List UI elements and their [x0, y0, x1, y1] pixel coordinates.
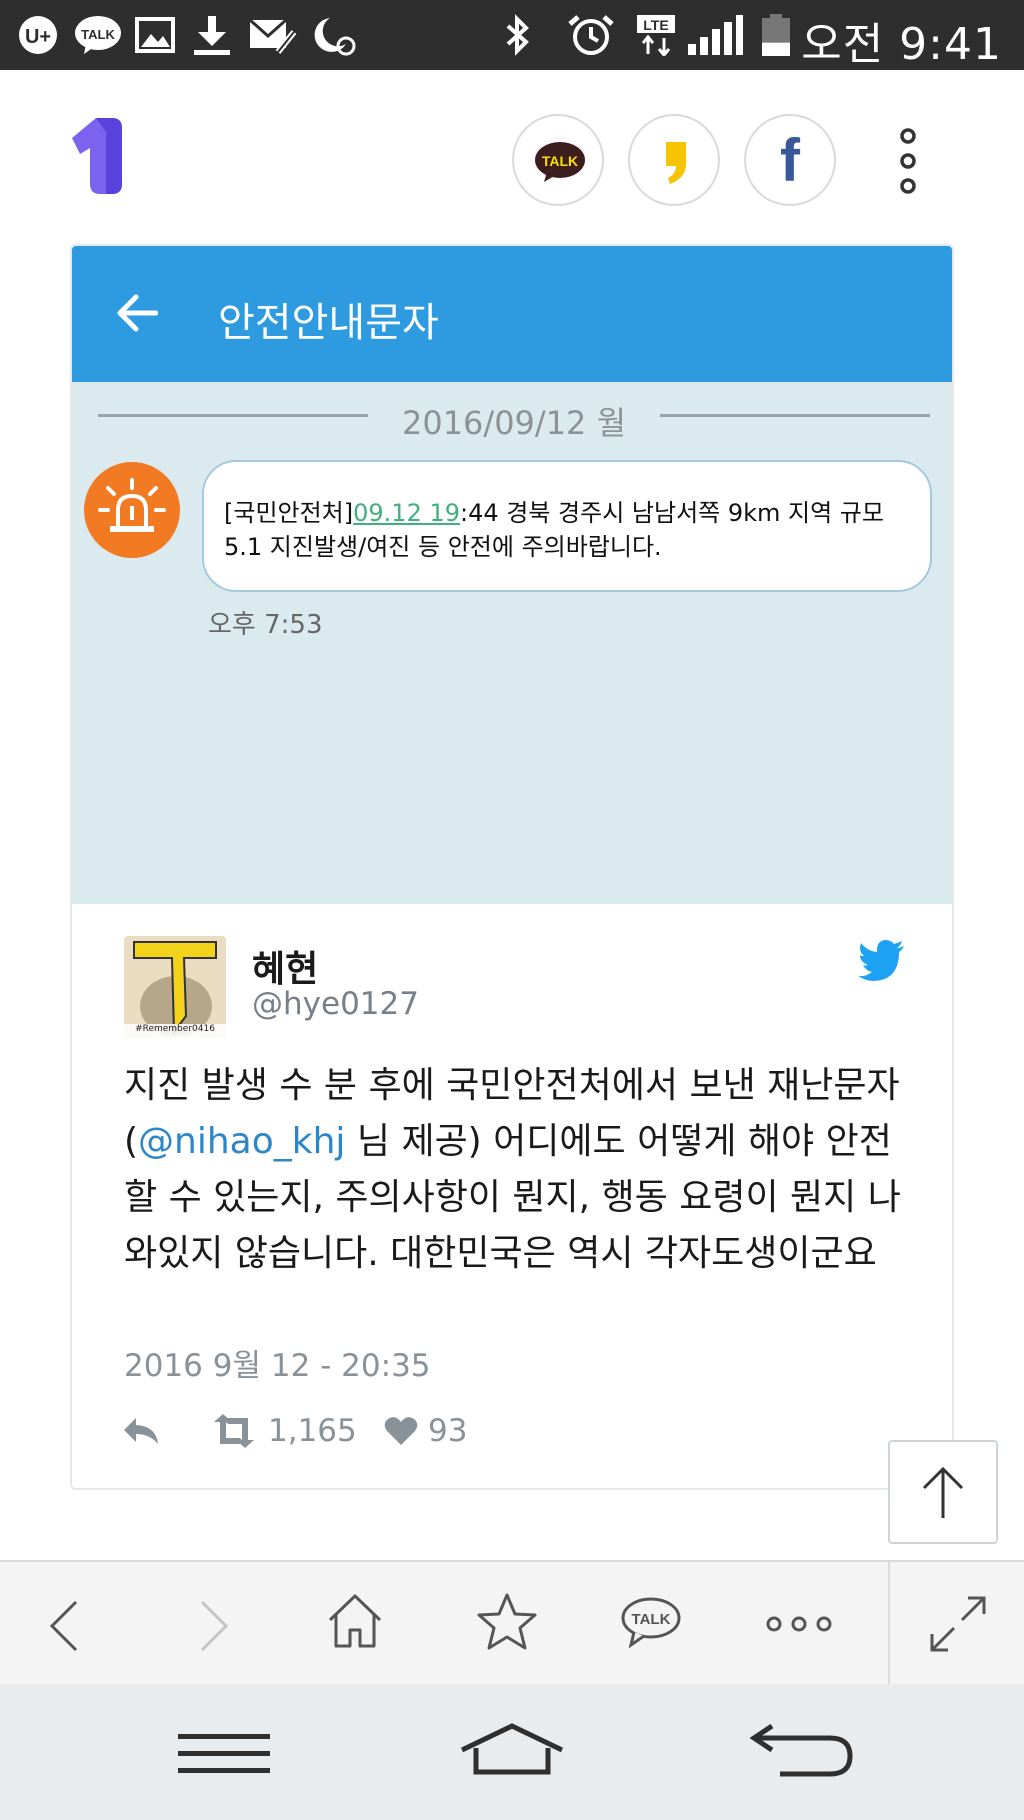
home-nav-button[interactable]: [422, 1684, 602, 1820]
lte-icon: LTE: [637, 15, 675, 56]
home-icon: [460, 1723, 564, 1775]
bookmark-star-icon: [477, 1593, 537, 1650]
more-horizontal-icon: [766, 1616, 832, 1632]
like-count: 93: [428, 1413, 468, 1449]
back-icon: [750, 1723, 853, 1777]
kakaostory-share-button[interactable]: [628, 114, 720, 206]
reply-icon: [124, 1418, 158, 1444]
svg-text:TALK: TALK: [632, 1611, 671, 1628]
kakaostory-icon: [666, 142, 686, 184]
retweet-button[interactable]: 1,165: [210, 1406, 357, 1456]
navigation-bar: [0, 1684, 1024, 1820]
svg-text:TALK: TALK: [542, 153, 578, 169]
svg-text:LTE: LTE: [643, 17, 668, 33]
tweet-author-handle[interactable]: @hye0127: [252, 986, 419, 1022]
sms-bubble: [국민안전처]09.12 19:44 경북 경주시 남남서쪽 9km 지역 규모…: [202, 460, 932, 592]
reply-button[interactable]: [122, 1406, 162, 1456]
sms-message-link[interactable]: 09.12 19: [353, 499, 460, 527]
kakaotalk-icon: TALK: [535, 142, 585, 182]
back-nav-button[interactable]: [710, 1684, 890, 1820]
status-bar: U+ TALK LTE 오전 9:41: [0, 0, 1024, 70]
like-button[interactable]: 93: [384, 1406, 467, 1456]
menu-icon: [178, 1734, 270, 1773]
toolbar-divider: [888, 1560, 890, 1684]
facebook-share-button[interactable]: f: [744, 114, 836, 206]
forward-button[interactable]: [156, 1562, 266, 1686]
menu-button[interactable]: [134, 1684, 314, 1820]
twitter-bird-icon[interactable]: [858, 940, 906, 982]
alert-siren-icon: [84, 462, 180, 558]
retweet-count: 1,165: [268, 1413, 357, 1449]
alarm-icon: [568, 15, 614, 55]
gallery-icon: [135, 17, 175, 53]
tweet-text: 지진 발생 수 분 후에 국민안전처에서 보낸 재난문자(@nihao_khj …: [124, 1058, 914, 1282]
more-vertical-icon[interactable]: [890, 126, 926, 196]
bluetooth-icon: [506, 14, 529, 56]
sms-time: 오후 7:53: [208, 610, 323, 640]
tweet-author-name[interactable]: 혜현: [252, 940, 318, 992]
heart-icon: [384, 1417, 418, 1445]
sms-message: [국민안전처]09.12 19:44 경북 경주시 남남서쪽 9km 지역 규모…: [224, 496, 914, 564]
kakaotalk-icon: TALK: [75, 16, 121, 54]
retweet-icon: [214, 1414, 254, 1448]
scroll-to-top-button[interactable]: [888, 1440, 998, 1544]
sms-date: 2016/09/12 월: [401, 404, 627, 442]
more-options-button[interactable]: [744, 1562, 854, 1686]
back-button[interactable]: [10, 1562, 120, 1686]
forward-icon: [200, 1600, 229, 1652]
kakaotalk-share-toolbar-button[interactable]: TALK: [596, 1562, 706, 1686]
kakaotalk-share-button[interactable]: TALK: [512, 114, 604, 206]
browser-toolbar: TALK: [0, 1560, 1024, 1684]
back-arrow-icon[interactable]: [116, 294, 158, 332]
bookmark-button[interactable]: [452, 1562, 562, 1686]
status-time: 오전 9:41: [801, 19, 1002, 70]
avatar[interactable]: #Remember0416: [124, 936, 226, 1038]
fullscreen-icon: [930, 1596, 986, 1652]
fullscreen-button[interactable]: [904, 1562, 1014, 1686]
facebook-icon: f: [780, 127, 800, 194]
night-mode-icon: [314, 18, 356, 56]
tweet-timestamp[interactable]: 2016 9월 12 - 20:35: [124, 1340, 431, 1385]
avatar-caption: #Remember0416: [135, 1024, 215, 1034]
battery-icon: [762, 14, 790, 56]
sms-message-prefix: [국민안전처]: [224, 499, 354, 527]
uplus-icon: U+: [19, 16, 57, 54]
kakaotalk-icon: TALK: [621, 1597, 681, 1648]
embedded-tweet-card: 안전안내문자 2016/09/12 월 [국민안전처]09.12 19:44 경…: [70, 244, 954, 1490]
mail-icon: [249, 18, 297, 54]
home-icon: [328, 1594, 382, 1648]
arrow-up-icon: [922, 1466, 964, 1518]
svg-text:U+: U+: [25, 26, 51, 48]
back-icon: [49, 1600, 78, 1652]
signal-icon: [688, 15, 743, 55]
tweet-mention-link[interactable]: @nihao_khj: [138, 1121, 345, 1162]
app-logo-icon[interactable]: [66, 112, 130, 198]
sms-header: 안전안내문자: [72, 246, 952, 382]
home-button[interactable]: [300, 1562, 410, 1686]
sms-title: 안전안내문자: [218, 300, 439, 346]
tweet-actions: 1,165 93: [122, 1406, 622, 1456]
svg-text:TALK: TALK: [81, 27, 115, 42]
download-icon: [194, 16, 230, 55]
